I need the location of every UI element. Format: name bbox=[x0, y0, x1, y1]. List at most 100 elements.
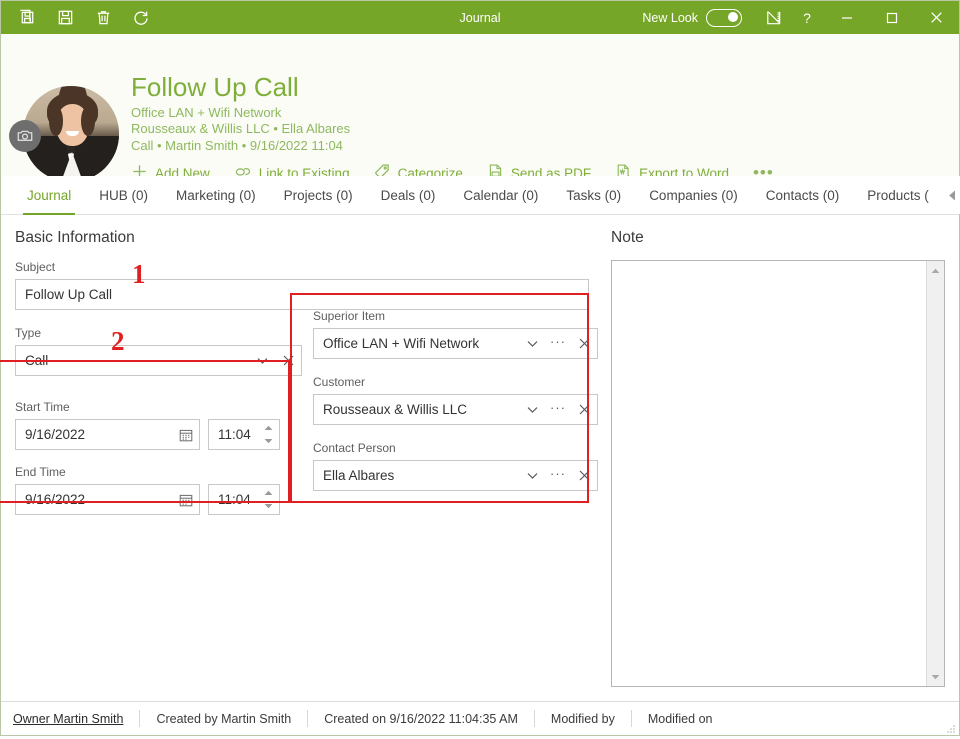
note-scrollbar[interactable] bbox=[926, 261, 944, 686]
header-subtitle-3: Call • Martin Smith • 9/16/2022 11:04 bbox=[131, 137, 343, 153]
superior-item-clear-icon[interactable] bbox=[571, 329, 597, 358]
delete-icon[interactable] bbox=[85, 2, 121, 33]
subject-label: Subject bbox=[15, 260, 56, 274]
page-title: Follow Up Call bbox=[131, 72, 299, 102]
end-date-value: 9/16/2022 bbox=[25, 492, 86, 507]
tab-journal[interactable]: Journal bbox=[13, 176, 85, 215]
start-date-input[interactable]: 9/16/2022 bbox=[15, 419, 200, 450]
end-time-input[interactable]: 11:04 bbox=[208, 484, 280, 515]
start-time-spinner[interactable] bbox=[260, 420, 279, 449]
customer-input[interactable]: Rousseaux & Willis LLC ··· bbox=[313, 394, 598, 425]
chevron-left-icon[interactable] bbox=[943, 176, 960, 214]
superior-item-field-group: Superior Item Office LAN + Wifi Network … bbox=[313, 309, 598, 359]
status-created-on: Created on 9/16/2022 11:04:35 AM bbox=[308, 710, 535, 727]
header-main: Follow Up Call Office LAN + Wifi Network… bbox=[131, 34, 959, 182]
spinner-up-icon bbox=[264, 425, 272, 430]
customer-field-group: Customer Rousseaux & Willis LLC ··· bbox=[313, 375, 598, 425]
tab-marketing[interactable]: Marketing (0) bbox=[162, 176, 270, 214]
status-created-by: Created by Martin Smith bbox=[140, 710, 309, 727]
note-section-title: Note bbox=[611, 229, 644, 246]
header-subtitle-1: Office LAN + Wifi Network bbox=[131, 105, 282, 120]
superior-item-input[interactable]: Office LAN + Wifi Network ··· bbox=[313, 328, 598, 359]
title-bar-right: New Look ? bbox=[642, 1, 959, 34]
subject-value: Follow Up Call bbox=[25, 287, 113, 302]
customer-more-icon[interactable]: ··· bbox=[545, 393, 571, 427]
avatar-hair-left bbox=[49, 106, 63, 136]
resize-grip[interactable] bbox=[944, 721, 956, 733]
refresh-icon[interactable] bbox=[123, 2, 159, 33]
end-time-spinner[interactable] bbox=[260, 485, 279, 514]
ruler-icon[interactable] bbox=[756, 1, 790, 34]
type-input[interactable]: Call bbox=[15, 345, 302, 376]
minimize-button[interactable] bbox=[824, 1, 869, 34]
tab-deals[interactable]: Deals (0) bbox=[367, 176, 450, 214]
superior-item-value: Office LAN + Wifi Network bbox=[323, 336, 480, 351]
subject-field-group: Subject Follow Up Call bbox=[15, 260, 601, 310]
start-date-calendar-icon[interactable] bbox=[173, 420, 199, 449]
lookup-fields-panel: Superior Item Office LAN + Wifi Network … bbox=[313, 309, 598, 491]
type-chevron-down-icon[interactable] bbox=[249, 346, 275, 375]
record-header: Follow Up Call Office LAN + Wifi Network… bbox=[1, 34, 959, 182]
tab-hub[interactable]: HUB (0) bbox=[85, 176, 162, 214]
status-owner[interactable]: Owner Martin Smith bbox=[13, 710, 141, 727]
superior-item-chevron-down-icon[interactable] bbox=[519, 329, 545, 358]
type-value: Call bbox=[25, 353, 49, 368]
avatar-area bbox=[1, 34, 131, 182]
save-icon[interactable] bbox=[47, 2, 83, 33]
tab-bar: Journal HUB (0) Marketing (0) Projects (… bbox=[1, 176, 960, 215]
end-time-value: 11:04 bbox=[218, 492, 251, 507]
customer-clear-icon[interactable] bbox=[571, 395, 597, 424]
new-look-label: New Look bbox=[642, 10, 698, 25]
status-modified-by: Modified by bbox=[535, 710, 632, 727]
start-time-input[interactable]: 11:04 bbox=[208, 419, 280, 450]
contact-person-input[interactable]: Ella Albares ··· bbox=[313, 460, 598, 491]
basic-information-panel: Basic Information Subject Follow Up Call… bbox=[0, 215, 601, 701]
contact-person-field-group: Contact Person Ella Albares ··· bbox=[313, 441, 598, 491]
end-date-input[interactable]: 9/16/2022 bbox=[15, 484, 200, 515]
customer-label: Customer bbox=[313, 375, 366, 389]
note-panel: Note bbox=[601, 215, 959, 701]
contact-person-more-icon[interactable]: ··· bbox=[545, 459, 571, 493]
tab-contacts[interactable]: Contacts (0) bbox=[752, 176, 854, 214]
status-modified-on: Modified on bbox=[647, 711, 713, 726]
header-subtitle-2: Rousseaux & Willis LLC • Ella Albares bbox=[131, 121, 351, 137]
maximize-button[interactable] bbox=[869, 1, 914, 34]
close-button[interactable] bbox=[914, 1, 959, 34]
title-bar: Journal New Look ? bbox=[1, 1, 959, 34]
save-and-new-icon[interactable] bbox=[9, 2, 45, 33]
title-bar-tools bbox=[1, 2, 159, 33]
superior-item-label: Superior Item bbox=[313, 309, 386, 323]
status-bar: Owner Martin Smith Created by Martin Smi… bbox=[1, 701, 959, 735]
type-clear-icon[interactable] bbox=[275, 346, 301, 375]
contact-person-clear-icon[interactable] bbox=[571, 461, 597, 490]
note-textarea[interactable] bbox=[612, 261, 926, 686]
tab-tasks[interactable]: Tasks (0) bbox=[552, 176, 635, 214]
form-body: Basic Information Subject Follow Up Call… bbox=[0, 215, 959, 701]
tab-companies[interactable]: Companies (0) bbox=[635, 176, 752, 214]
toggle-knob bbox=[728, 11, 738, 22]
scroll-up-icon[interactable] bbox=[928, 263, 943, 278]
contact-person-value: Ella Albares bbox=[323, 468, 395, 483]
tab-scroll-controls bbox=[942, 176, 960, 214]
superior-item-more-icon[interactable]: ··· bbox=[545, 327, 571, 361]
contact-person-label: Contact Person bbox=[313, 441, 396, 455]
start-date-value: 9/16/2022 bbox=[25, 427, 86, 442]
journal-window: Journal New Look ? Follow Up Call Office… bbox=[0, 0, 960, 736]
spinner-up-icon bbox=[264, 490, 272, 495]
end-date-calendar-icon[interactable] bbox=[173, 485, 199, 514]
start-time-value: 11:04 bbox=[218, 427, 251, 442]
camera-icon[interactable] bbox=[9, 120, 41, 152]
contact-person-chevron-down-icon[interactable] bbox=[519, 461, 545, 490]
tab-calendar[interactable]: Calendar (0) bbox=[449, 176, 552, 214]
new-look-toggle[interactable] bbox=[706, 8, 742, 27]
customer-chevron-down-icon[interactable] bbox=[519, 395, 545, 424]
spinner-down-icon bbox=[264, 504, 272, 509]
scroll-down-icon[interactable] bbox=[928, 669, 943, 684]
help-button[interactable]: ? bbox=[790, 1, 824, 34]
subject-input[interactable]: Follow Up Call bbox=[15, 279, 589, 310]
note-field[interactable] bbox=[611, 260, 945, 687]
customer-value: Rousseaux & Willis LLC bbox=[323, 402, 468, 417]
avatar-hair-right bbox=[81, 106, 95, 136]
tab-projects[interactable]: Projects (0) bbox=[270, 176, 367, 214]
tab-products[interactable]: Products ( bbox=[853, 176, 943, 214]
